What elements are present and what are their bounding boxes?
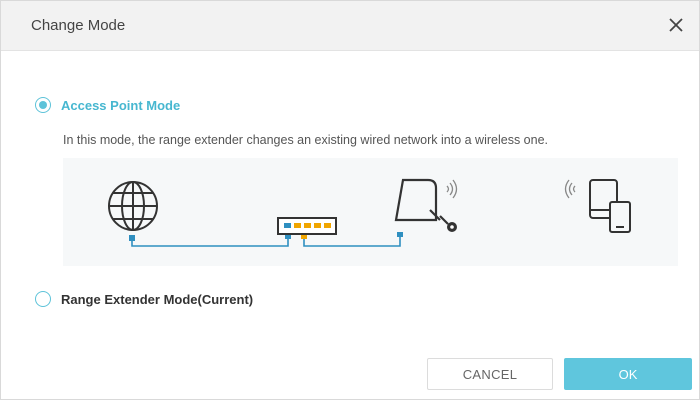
devices-icon (589, 179, 631, 233)
range-extender-mode-radio[interactable] (35, 291, 51, 307)
dialog-header: Change Mode (1, 1, 699, 51)
access-point-mode-radio[interactable] (35, 97, 51, 113)
network-cable (131, 234, 401, 247)
switch-icon (277, 217, 337, 235)
ok-button[interactable]: OK (564, 358, 692, 390)
access-point-mode-label: Access Point Mode (61, 97, 181, 113)
access-point-mode-option[interactable]: Access Point Mode (35, 97, 180, 113)
close-button[interactable] (665, 14, 687, 36)
network-diagram (63, 158, 678, 266)
dialog-title: Change Mode (31, 17, 126, 34)
change-mode-dialog: Change Mode Access Point Mode In this mo… (0, 0, 700, 400)
globe-icon (108, 181, 158, 231)
close-icon (669, 18, 683, 32)
range-extender-mode-option[interactable]: Range Extender Mode(Current) (35, 291, 253, 307)
mode-description: In this mode, the range extender changes… (63, 133, 548, 147)
wifi-signal-icon (564, 179, 576, 199)
range-extender-mode-label: Range Extender Mode(Current) (61, 291, 254, 307)
cancel-button[interactable]: CANCEL (427, 358, 553, 390)
wifi-signal-icon (446, 179, 458, 199)
